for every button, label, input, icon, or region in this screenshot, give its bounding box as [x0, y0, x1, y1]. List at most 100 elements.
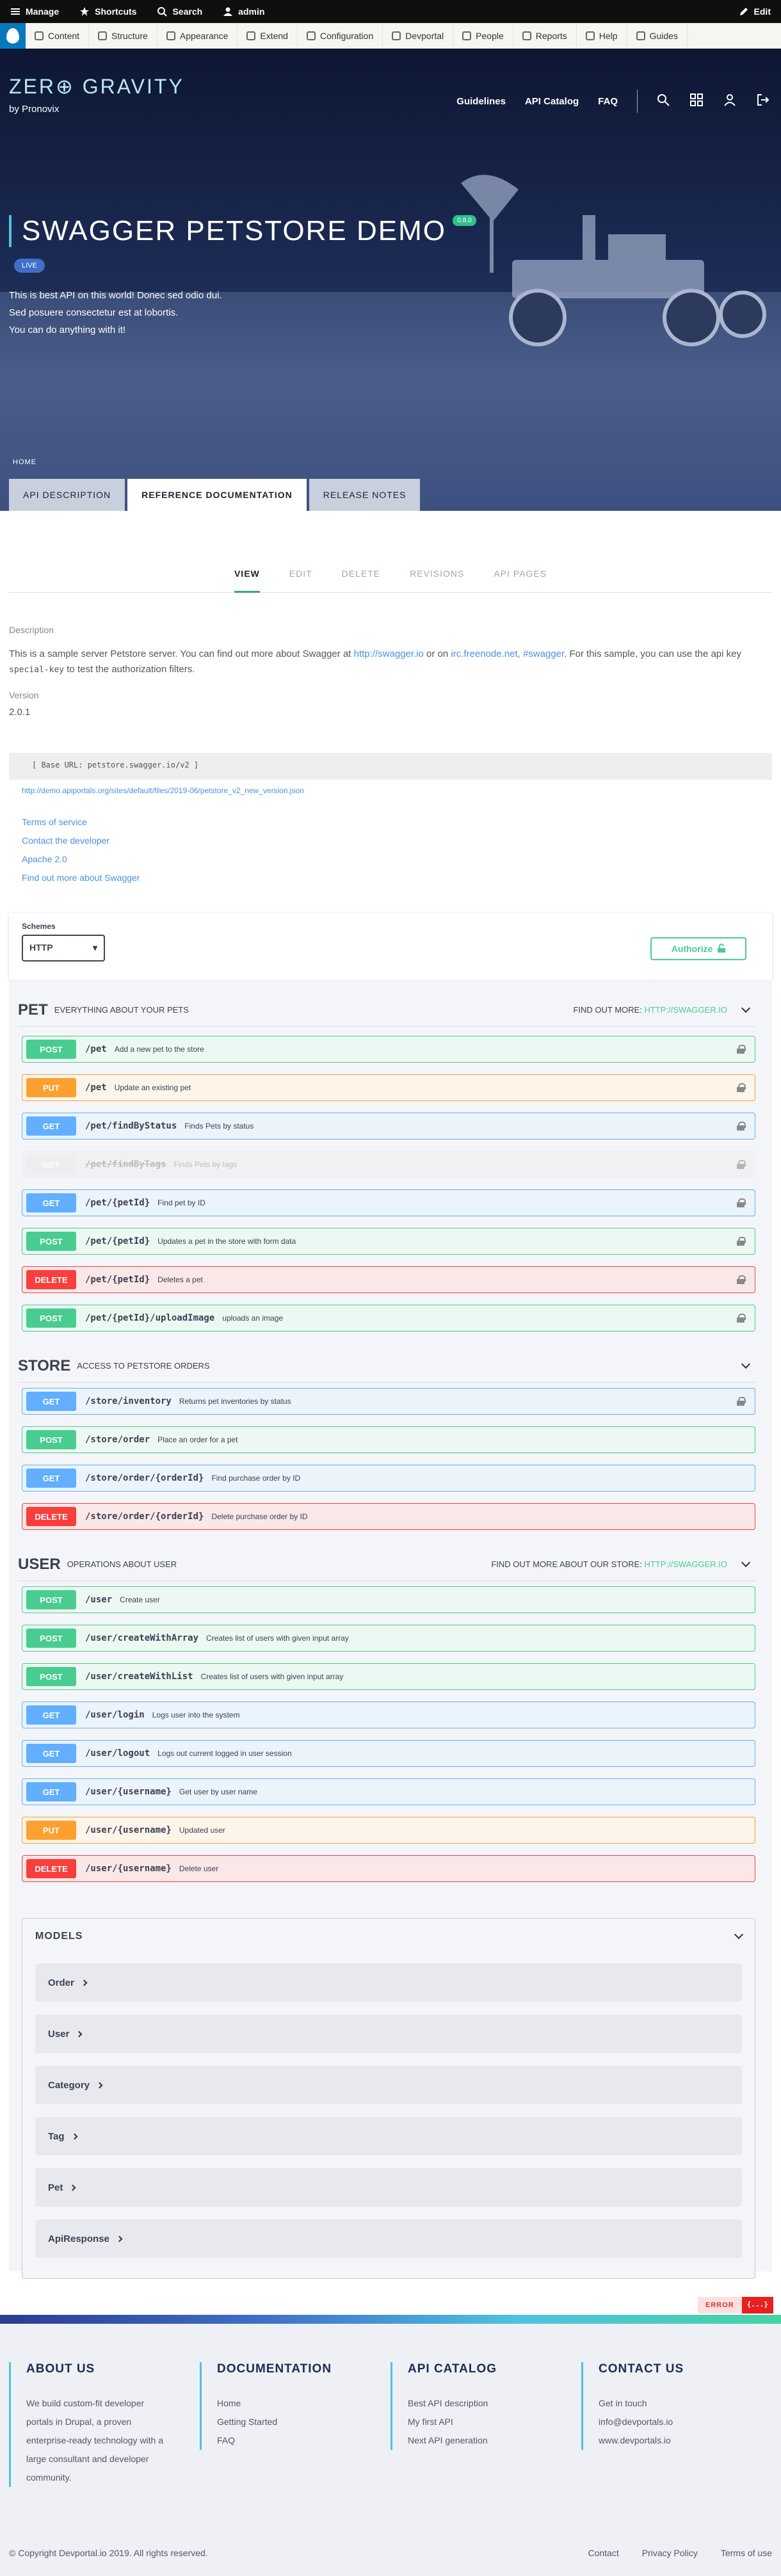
model-user[interactable]: User — [35, 2015, 742, 2053]
operation-row[interactable]: DELETE/store/order/{orderId} Delete purch… — [22, 1503, 755, 1530]
footer-link[interactable]: Home — [217, 2394, 373, 2413]
menu-item-devportal[interactable]: Devportal — [383, 22, 454, 49]
lock-icon[interactable] — [737, 1122, 746, 1131]
operation-row[interactable]: GET/user/logout Logs out current logged i… — [22, 1740, 755, 1767]
lock-icon[interactable] — [737, 1160, 746, 1169]
models-header[interactable]: MODELS — [22, 1919, 755, 1954]
shortcuts-button[interactable]: Shortcuts — [69, 0, 147, 23]
tag-header-store[interactable]: STORE ACCESS TO PETSTORE ORDERS — [18, 1349, 755, 1383]
swagger-link[interactable]: http://swagger.io — [354, 648, 424, 659]
spec-url-link[interactable]: http://demo.apiportals.org/sites/default… — [22, 786, 304, 795]
model-apiresponse[interactable]: ApiResponse — [35, 2219, 742, 2258]
operation-row[interactable]: POST/store/order Place an order for a pet — [22, 1426, 755, 1453]
footer-link[interactable]: FAQ — [217, 2431, 373, 2450]
operation-row[interactable]: POST/pet Add a new pet to the store — [22, 1036, 755, 1063]
more-link[interactable]: HTTP://SWAGGER.IO — [644, 1005, 727, 1015]
schemes-select[interactable]: HTTP ▾ — [22, 935, 105, 962]
tab-api-pages[interactable]: API PAGES — [494, 563, 547, 592]
logout-icon[interactable] — [757, 93, 769, 109]
operation-row[interactable]: POST/user/createWithArray Creates list of… — [22, 1625, 755, 1652]
footer-terms-link[interactable]: Terms of use — [721, 2548, 772, 2558]
footer-link[interactable]: www.devportals.io — [599, 2431, 754, 2450]
nav-api-catalog[interactable]: API Catalog — [525, 96, 579, 107]
footer-link[interactable]: Best API description — [408, 2394, 563, 2413]
tab-api-description[interactable]: API DESCRIPTION — [9, 479, 125, 511]
model-category[interactable]: Category — [35, 2066, 742, 2104]
operation-row[interactable]: GET/user/login Logs user into the system — [22, 1702, 755, 1728]
user-menu-button[interactable]: admin — [213, 0, 275, 23]
search-icon[interactable] — [657, 93, 670, 109]
site-logo[interactable]: ZER⊕ GRAVITY by Pronovix — [9, 74, 184, 115]
lock-icon[interactable] — [737, 1083, 746, 1092]
operation-row[interactable]: DELETE/user/{username} Delete user — [22, 1855, 755, 1882]
operation-row[interactable]: DELETE/pet/{petId} Deletes a pet — [22, 1266, 755, 1293]
menu-item-people[interactable]: People — [453, 22, 513, 49]
nav-faq[interactable]: FAQ — [598, 96, 618, 107]
operation-row[interactable]: POST/user/createWithList Creates list of … — [22, 1663, 755, 1690]
user-icon[interactable] — [723, 93, 736, 109]
operation-row[interactable]: GET/store/order/{orderId} Find purchase o… — [22, 1465, 755, 1492]
operation-row[interactable]: GET/pet/findByTags Finds Pets by tags — [22, 1151, 755, 1178]
drupal-home-button[interactable] — [0, 22, 26, 49]
operation-row[interactable]: GET/pet/findByStatus Finds Pets by status — [22, 1113, 755, 1139]
irc-link[interactable]: irc.freenode.net, #swagger — [451, 648, 564, 659]
chevron-down-icon[interactable] — [734, 1929, 744, 1940]
lock-icon[interactable] — [737, 1198, 746, 1207]
authorize-button[interactable]: Authorize — [650, 937, 746, 960]
tab-release-notes[interactable]: RELEASE NOTES — [309, 479, 421, 511]
operation-row[interactable]: PUT/user/{username} Updated user — [22, 1817, 755, 1844]
grid-icon[interactable] — [690, 93, 703, 109]
tab-view[interactable]: VIEW — [234, 563, 260, 593]
contact-developer-link[interactable]: Contact the developer — [22, 832, 140, 850]
lock-icon[interactable] — [737, 1045, 746, 1054]
operation-row[interactable]: POST/pet/{petId} Updates a pet in the sto… — [22, 1228, 755, 1255]
menu-item-reports[interactable]: Reports — [513, 22, 577, 49]
lock-icon[interactable] — [737, 1397, 746, 1406]
lock-icon[interactable] — [737, 1314, 746, 1323]
chevron-down-icon[interactable] — [741, 1003, 751, 1013]
operation-row[interactable]: POST/pet/{petId}/uploadImage uploads an i… — [22, 1305, 755, 1332]
menu-item-extend[interactable]: Extend — [238, 22, 298, 49]
chevron-down-icon[interactable] — [741, 1359, 751, 1369]
model-tag[interactable]: Tag — [35, 2117, 742, 2155]
menu-item-guides[interactable]: Guides — [627, 22, 688, 49]
tab-revisions[interactable]: REVISIONS — [410, 563, 464, 592]
tag-header-user[interactable]: USER OPERATIONS ABOUT USER FIND OUT MORE… — [18, 1548, 755, 1581]
tab-delete[interactable]: DELETE — [342, 563, 380, 592]
operation-row[interactable]: PUT/pet Update an existing pet — [22, 1074, 755, 1101]
footer-privacy-link[interactable]: Privacy Policy — [642, 2548, 698, 2558]
menu-item-help[interactable]: Help — [577, 22, 627, 49]
manage-button[interactable]: Manage — [0, 0, 70, 23]
chevron-down-icon[interactable] — [741, 1558, 751, 1567]
menu-item-content[interactable]: Content — [26, 22, 90, 49]
model-pet[interactable]: Pet — [35, 2168, 742, 2207]
footer-link[interactable]: Getting Started — [217, 2413, 373, 2431]
menu-item-appearance[interactable]: Appearance — [157, 22, 238, 49]
lock-icon[interactable] — [737, 1275, 746, 1284]
tab-edit[interactable]: EDIT — [289, 563, 312, 592]
menu-item-structure[interactable]: Structure — [89, 22, 157, 49]
model-order[interactable]: Order — [35, 1963, 742, 2002]
nav-guidelines[interactable]: Guidelines — [456, 96, 506, 107]
breadcrumb[interactable]: HOME — [13, 458, 36, 466]
footer-contact-link[interactable]: Contact — [588, 2548, 618, 2558]
footer-link[interactable]: Get in touch — [599, 2394, 754, 2413]
operation-row[interactable]: POST/user Create user — [22, 1586, 755, 1613]
validator-error-badge[interactable]: ERROR {...} — [698, 2297, 773, 2314]
lock-icon[interactable] — [737, 1237, 746, 1246]
menu-item-configuration[interactable]: Configuration — [298, 22, 383, 49]
external-docs-link[interactable]: Find out more about Swagger — [22, 869, 140, 887]
tab-reference-documentation[interactable]: REFERENCE DOCUMENTATION — [127, 479, 307, 511]
terms-link[interactable]: Terms of service — [22, 813, 140, 832]
tag-header-pet[interactable]: PET EVERYTHING ABOUT YOUR PETS FIND OUT … — [18, 994, 755, 1027]
footer-link[interactable]: My first API — [408, 2413, 563, 2431]
operation-row[interactable]: GET/pet/{petId} Find pet by ID — [22, 1189, 755, 1216]
search-button[interactable]: Search — [147, 0, 213, 23]
more-link[interactable]: HTTP://SWAGGER.IO — [644, 1559, 727, 1569]
operation-row[interactable]: GET/store/inventory Returns pet inventori… — [22, 1388, 755, 1415]
footer-link[interactable]: info@devportals.io — [599, 2413, 754, 2431]
operation-row[interactable]: GET/user/{username} Get user by user name — [22, 1778, 755, 1805]
edit-button[interactable]: Edit — [729, 0, 781, 23]
footer-link[interactable]: Next API generation — [408, 2431, 563, 2450]
license-link[interactable]: Apache 2.0 — [22, 850, 140, 869]
